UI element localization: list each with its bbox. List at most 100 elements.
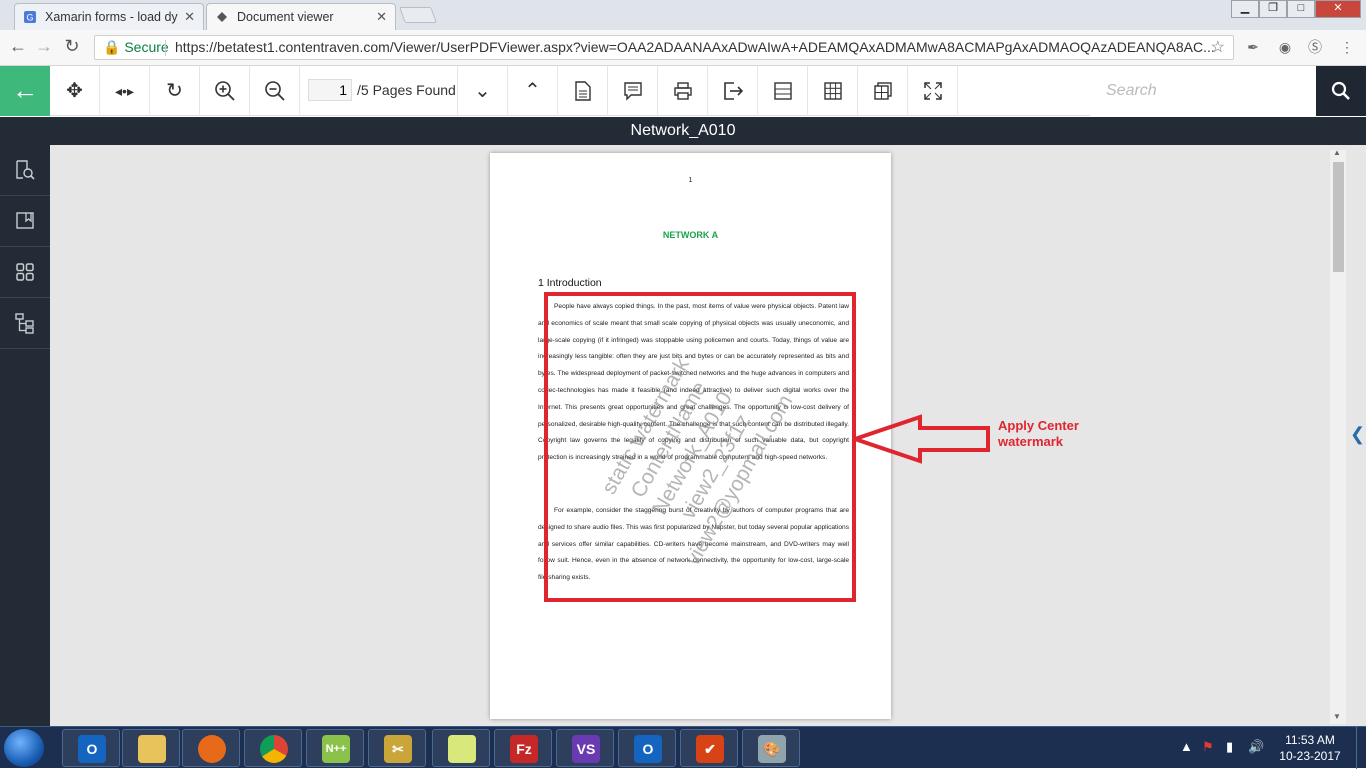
- filezilla-icon: Fz: [510, 735, 538, 763]
- taskbar-filezilla[interactable]: Fz: [494, 729, 552, 767]
- horizontal-arrows-icon: ◂•▸: [115, 83, 134, 99]
- outlook-icon: O: [634, 735, 662, 763]
- exit-button[interactable]: [708, 66, 758, 116]
- bookmark-icon: [16, 212, 34, 229]
- sidebar-item-search[interactable]: [0, 145, 50, 196]
- rotate-icon: ↻: [166, 80, 183, 102]
- maximize-button[interactable]: □: [1287, 0, 1315, 18]
- section-heading: 1 Introduction: [538, 277, 602, 289]
- grid-icon: [823, 82, 842, 100]
- taskbar-firefox[interactable]: [182, 729, 240, 767]
- previous-page-button[interactable]: ⌃: [508, 66, 558, 116]
- firefox-icon: [198, 735, 226, 763]
- eye-icon[interactable]: ◉: [1276, 38, 1294, 56]
- show-desktop-button[interactable]: [1356, 727, 1366, 769]
- vertical-scrollbar[interactable]: ▲ ▼: [1330, 148, 1346, 724]
- flag-icon[interactable]: ⚑: [1202, 739, 1214, 755]
- scrollbar-thumb[interactable]: [1333, 162, 1344, 272]
- sidebar-item-outline[interactable]: [0, 298, 50, 349]
- network-icon[interactable]: ▮: [1226, 739, 1233, 755]
- taskbar-outlook-2[interactable]: O: [618, 729, 676, 767]
- tools-icon: ✂: [384, 735, 412, 763]
- document-info-button[interactable]: [558, 66, 608, 116]
- back-button[interactable]: ←: [0, 66, 50, 116]
- bookmark-star-icon[interactable]: ☆: [1211, 36, 1225, 59]
- taskbar-explorer[interactable]: [122, 729, 180, 767]
- paint-icon: 🎨: [758, 735, 786, 763]
- rotate-button[interactable]: ↻: [150, 66, 200, 116]
- expand-icon: [923, 82, 942, 100]
- fullscreen-button[interactable]: [908, 66, 958, 116]
- taskbar-visualstudio[interactable]: VS: [556, 729, 614, 767]
- document-icon: [574, 81, 591, 101]
- new-tab-button[interactable]: [399, 7, 437, 23]
- viewer-toolbar: ← ✥ ◂•▸ ↻ /5 Pages Found ⌄ ⌃: [0, 66, 1366, 116]
- reload-icon[interactable]: ↻: [60, 36, 84, 57]
- taskbar-chrome[interactable]: [244, 729, 302, 767]
- taskbar-clock[interactable]: 11:53 AM 10-23-2017: [1272, 732, 1348, 764]
- eyedropper-icon[interactable]: ✒: [1244, 38, 1262, 56]
- minimize-button[interactable]: ▁: [1231, 0, 1259, 18]
- chrome-icon: [260, 735, 288, 763]
- volume-icon[interactable]: 🔊: [1248, 739, 1264, 755]
- close-tab-icon[interactable]: ✕: [376, 9, 387, 25]
- fit-width-button[interactable]: ◂•▸: [100, 66, 150, 116]
- restore-button[interactable]: ❐: [1259, 0, 1287, 18]
- taskbar-remote[interactable]: ✔: [680, 729, 738, 767]
- visual-studio-icon: VS: [572, 735, 600, 763]
- zoom-in-icon: [214, 81, 235, 101]
- tab-document-viewer[interactable]: Document viewer ✕: [206, 3, 396, 30]
- tab-title: Document viewer: [237, 10, 334, 24]
- google-icon: G: [24, 11, 36, 23]
- rows-icon: [773, 82, 792, 100]
- next-page-button[interactable]: ⌄: [458, 66, 508, 116]
- taskbar-outlook[interactable]: O: [62, 729, 120, 767]
- grid-view-button[interactable]: [808, 66, 858, 116]
- scroll-down-icon[interactable]: ▼: [1333, 712, 1341, 721]
- zoom-out-button[interactable]: [250, 66, 300, 116]
- taskbar-tools[interactable]: ✂: [368, 729, 426, 767]
- sidebar-item-thumbnails[interactable]: [0, 247, 50, 298]
- document-search-icon: [16, 160, 35, 180]
- search-input[interactable]: [1090, 66, 1316, 116]
- page-number-input[interactable]: [308, 79, 352, 101]
- search-button[interactable]: [1316, 66, 1366, 116]
- close-tab-icon[interactable]: ✕: [184, 9, 195, 25]
- pan-tool-button[interactable]: ✥: [50, 66, 100, 116]
- print-button[interactable]: [658, 66, 708, 116]
- menu-dots-icon[interactable]: ⋮: [1338, 38, 1356, 56]
- chevron-down-icon: ⌄: [474, 80, 491, 102]
- taskbar-paint[interactable]: 🎨: [742, 729, 800, 767]
- scroll-up-icon[interactable]: ▲: [1333, 148, 1341, 157]
- annotation-label: Apply Center watermark: [998, 418, 1079, 450]
- remote-icon: ✔: [696, 735, 724, 763]
- skype-icon[interactable]: Ⓢ: [1306, 38, 1324, 56]
- taskbar-notepadpp[interactable]: N++: [306, 729, 364, 767]
- tab-xamarin-forms[interactable]: G Xamarin forms - load dy ✕: [14, 3, 204, 30]
- windows-taskbar: O N++ ✂ Fz VS O ✔ 🎨 ▲ ⚑ ▮ 🔊 11:53 AM 10-…: [0, 726, 1366, 769]
- back-arrow-icon[interactable]: ←: [6, 36, 30, 57]
- contentraven-icon: [217, 12, 227, 22]
- taskbar-stickynotes[interactable]: [432, 729, 490, 767]
- chevron-up-icon: ⌃: [524, 80, 541, 102]
- zoom-in-button[interactable]: [200, 66, 250, 116]
- tray-up-arrow-icon[interactable]: ▲: [1180, 739, 1193, 754]
- windows-start-button[interactable]: [4, 729, 44, 767]
- forward-arrow-icon[interactable]: →: [32, 36, 56, 57]
- url-input[interactable]: 🔒 Secure https://betatest1.contentraven.…: [94, 35, 1234, 60]
- move-icon: ✥: [66, 80, 83, 102]
- thumbnail-view-button[interactable]: [858, 66, 908, 116]
- close-window-button[interactable]: ✕: [1315, 0, 1361, 18]
- pages-found-label: /5 Pages Found: [357, 82, 456, 98]
- document-name: Network_A010: [630, 122, 736, 139]
- comments-button[interactable]: [608, 66, 658, 116]
- chevron-left-icon[interactable]: ❮: [1350, 424, 1365, 445]
- sign-out-icon: [723, 82, 743, 100]
- notepad-icon: N++: [322, 735, 350, 763]
- search-icon: [1331, 81, 1350, 100]
- single-page-view-button[interactable]: [758, 66, 808, 116]
- url-text: https://betatest1.contentraven.com/Viewe…: [175, 39, 1215, 55]
- sidebar-item-bookmarks[interactable]: [0, 196, 50, 247]
- clock-time: 11:53 AM: [1285, 733, 1335, 747]
- secure-badge[interactable]: 🔒 Secure: [103, 36, 169, 59]
